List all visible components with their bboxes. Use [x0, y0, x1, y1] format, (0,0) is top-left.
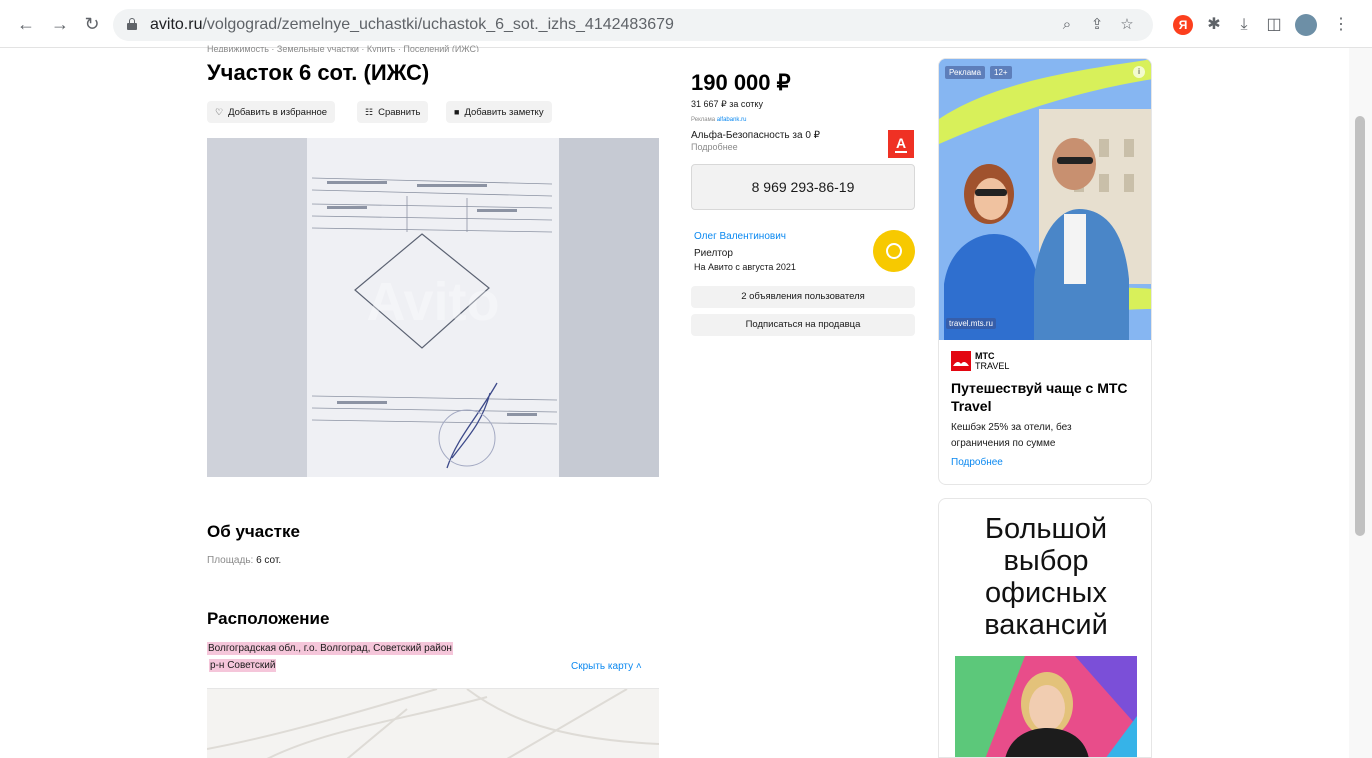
- ad-description: Кешбэк 25% за отели, без ограничения по …: [951, 422, 1072, 449]
- seller-role: Риелтор: [694, 248, 733, 259]
- location-heading: Расположение: [207, 609, 330, 628]
- side-panel-icon[interactable]: ◫: [1263, 14, 1285, 36]
- url-text[interactable]: avito.ru/volgograd/zemelnye_uchastki/uch…: [150, 16, 674, 34]
- chrome-menu-icon[interactable]: ⋮: [1330, 14, 1352, 36]
- address-line-2-text: р-н Советский: [209, 659, 277, 672]
- add-to-favorites-button[interactable]: ♡ Добавить в избранное: [207, 101, 336, 123]
- vacancies-ad-image[interactable]: [955, 656, 1137, 757]
- price: 190 000 ₽: [691, 70, 791, 95]
- heart-icon: ♡: [215, 107, 224, 117]
- mts-brand: МТС TRAVEL: [975, 351, 1009, 371]
- forward-arrow-icon[interactable]: →: [50, 14, 70, 34]
- info-icon[interactable]: i: [1133, 66, 1145, 78]
- hide-map-link[interactable]: Скрыть карту ˄: [571, 661, 642, 672]
- breadcrumb[interactable]: Недвижимость · Земельные участки · Купит…: [207, 44, 479, 52]
- mts-brand-line-1: МТС: [975, 351, 995, 361]
- mts-brand-line-2: TRAVEL: [975, 361, 1010, 371]
- area-label: Площадь:: [207, 555, 254, 566]
- add-to-favorites-label: Добавить в избранное: [228, 107, 328, 118]
- phone-button[interactable]: 8 969 293-86-19: [691, 164, 915, 210]
- avito-watermark: Avito: [367, 272, 500, 332]
- download-icon[interactable]: ⤓: [1233, 14, 1255, 36]
- price-per-unit: 31 667 ₽ за сотку: [691, 99, 763, 109]
- area-value: 6 сот.: [256, 555, 282, 566]
- reload-icon[interactable]: ↻: [82, 14, 102, 34]
- page-title: Участок 6 сот. (ИЖС): [207, 60, 430, 85]
- address-bar[interactable]: avito.ru/volgograd/zemelnye_uchastki/uch…: [113, 9, 1153, 41]
- compare-icon: ☷: [365, 107, 374, 117]
- map-roads-graphic: [207, 689, 659, 758]
- zoom-icon[interactable]: ⌕: [1057, 15, 1077, 35]
- area-row: Площадь: 6 сот.: [207, 555, 281, 566]
- browser-toolbar: ← → ↻ avito.ru/volgograd/zemelnye_uchast…: [0, 0, 1372, 48]
- alfa-bank-logo[interactable]: А: [888, 130, 914, 158]
- seller-listings-button[interactable]: 2 объявления пользователя: [691, 286, 915, 308]
- bookmark-star-icon[interactable]: ☆: [1117, 15, 1137, 35]
- land-plot-document-image: Avito: [207, 138, 659, 477]
- add-note-button[interactable]: ■ Добавить заметку: [446, 101, 552, 123]
- profile-avatar-icon[interactable]: [1295, 14, 1317, 36]
- lock-icon[interactable]: [127, 18, 137, 30]
- seller-name[interactable]: Олег Валентинович: [694, 231, 786, 242]
- page-scrollbar[interactable]: [1349, 48, 1372, 758]
- mts-logo-icon: [951, 351, 971, 371]
- vacancies-ad[interactable]: Большой выбор офисных вакансий: [938, 498, 1152, 758]
- ad-label-row: Реклама alfabank.ru: [691, 117, 746, 123]
- mts-travel-ad[interactable]: Реклама 12+ i travel.mts.ru МТС TRAVEL П…: [938, 58, 1152, 485]
- address-line-1: Волгоградская обл., г.о. Волгоград, Сове…: [207, 642, 453, 655]
- seller-avatar[interactable]: [873, 230, 915, 272]
- chevron-up-icon: ˄: [635, 661, 642, 672]
- hide-map-label: Скрыть карту: [571, 661, 634, 672]
- extensions-puzzle-icon[interactable]: ✱: [1203, 14, 1225, 36]
- address-line-2: р-н Советский: [209, 659, 277, 672]
- back-arrow-icon[interactable]: ←: [16, 14, 36, 34]
- compare-label: Сравнить: [378, 107, 421, 118]
- woman-portrait-illustration: [955, 656, 1137, 757]
- alfa-ad-more[interactable]: Подробнее: [691, 142, 738, 152]
- add-note-label: Добавить заметку: [464, 107, 544, 118]
- ad-domain-link[interactable]: alfabank.ru: [717, 117, 747, 123]
- location-map[interactable]: [207, 688, 659, 758]
- seller-since: На Авито с августа 2021: [694, 262, 796, 272]
- note-icon: ■: [454, 107, 460, 117]
- compare-button[interactable]: ☷ Сравнить: [357, 101, 429, 123]
- vacancies-ad-title[interactable]: Большой выбор офисных вакансий: [939, 513, 1151, 641]
- share-icon[interactable]: ⇪: [1087, 15, 1107, 35]
- alfa-letter: А: [895, 135, 907, 151]
- ad-more-link[interactable]: Подробнее: [951, 457, 1003, 468]
- travel-couple-illustration: [939, 59, 1151, 340]
- age-rating-badge: 12+: [990, 66, 1012, 79]
- ad-title[interactable]: Путешествуй чаще с МТС Travel: [951, 379, 1146, 415]
- scrollbar-thumb[interactable]: [1355, 116, 1365, 536]
- ad-badge: Реклама: [945, 66, 986, 79]
- yandex-extension-icon[interactable]: Я: [1173, 15, 1193, 35]
- subscribe-seller-button[interactable]: Подписаться на продавца: [691, 314, 915, 336]
- ad-label: Реклама: [691, 117, 716, 123]
- alfa-ad-title[interactable]: Альфа-Безопасность за 0 ₽: [691, 130, 820, 141]
- address-line-1-text: Волгоградская обл., г.о. Волгоград, Сове…: [207, 642, 453, 655]
- ad-image-domain: travel.mts.ru: [946, 318, 997, 329]
- listing-photo[interactable]: Avito: [207, 138, 659, 477]
- ad-image[interactable]: Реклама 12+ i travel.mts.ru: [939, 59, 1151, 340]
- about-heading: Об участке: [207, 522, 300, 541]
